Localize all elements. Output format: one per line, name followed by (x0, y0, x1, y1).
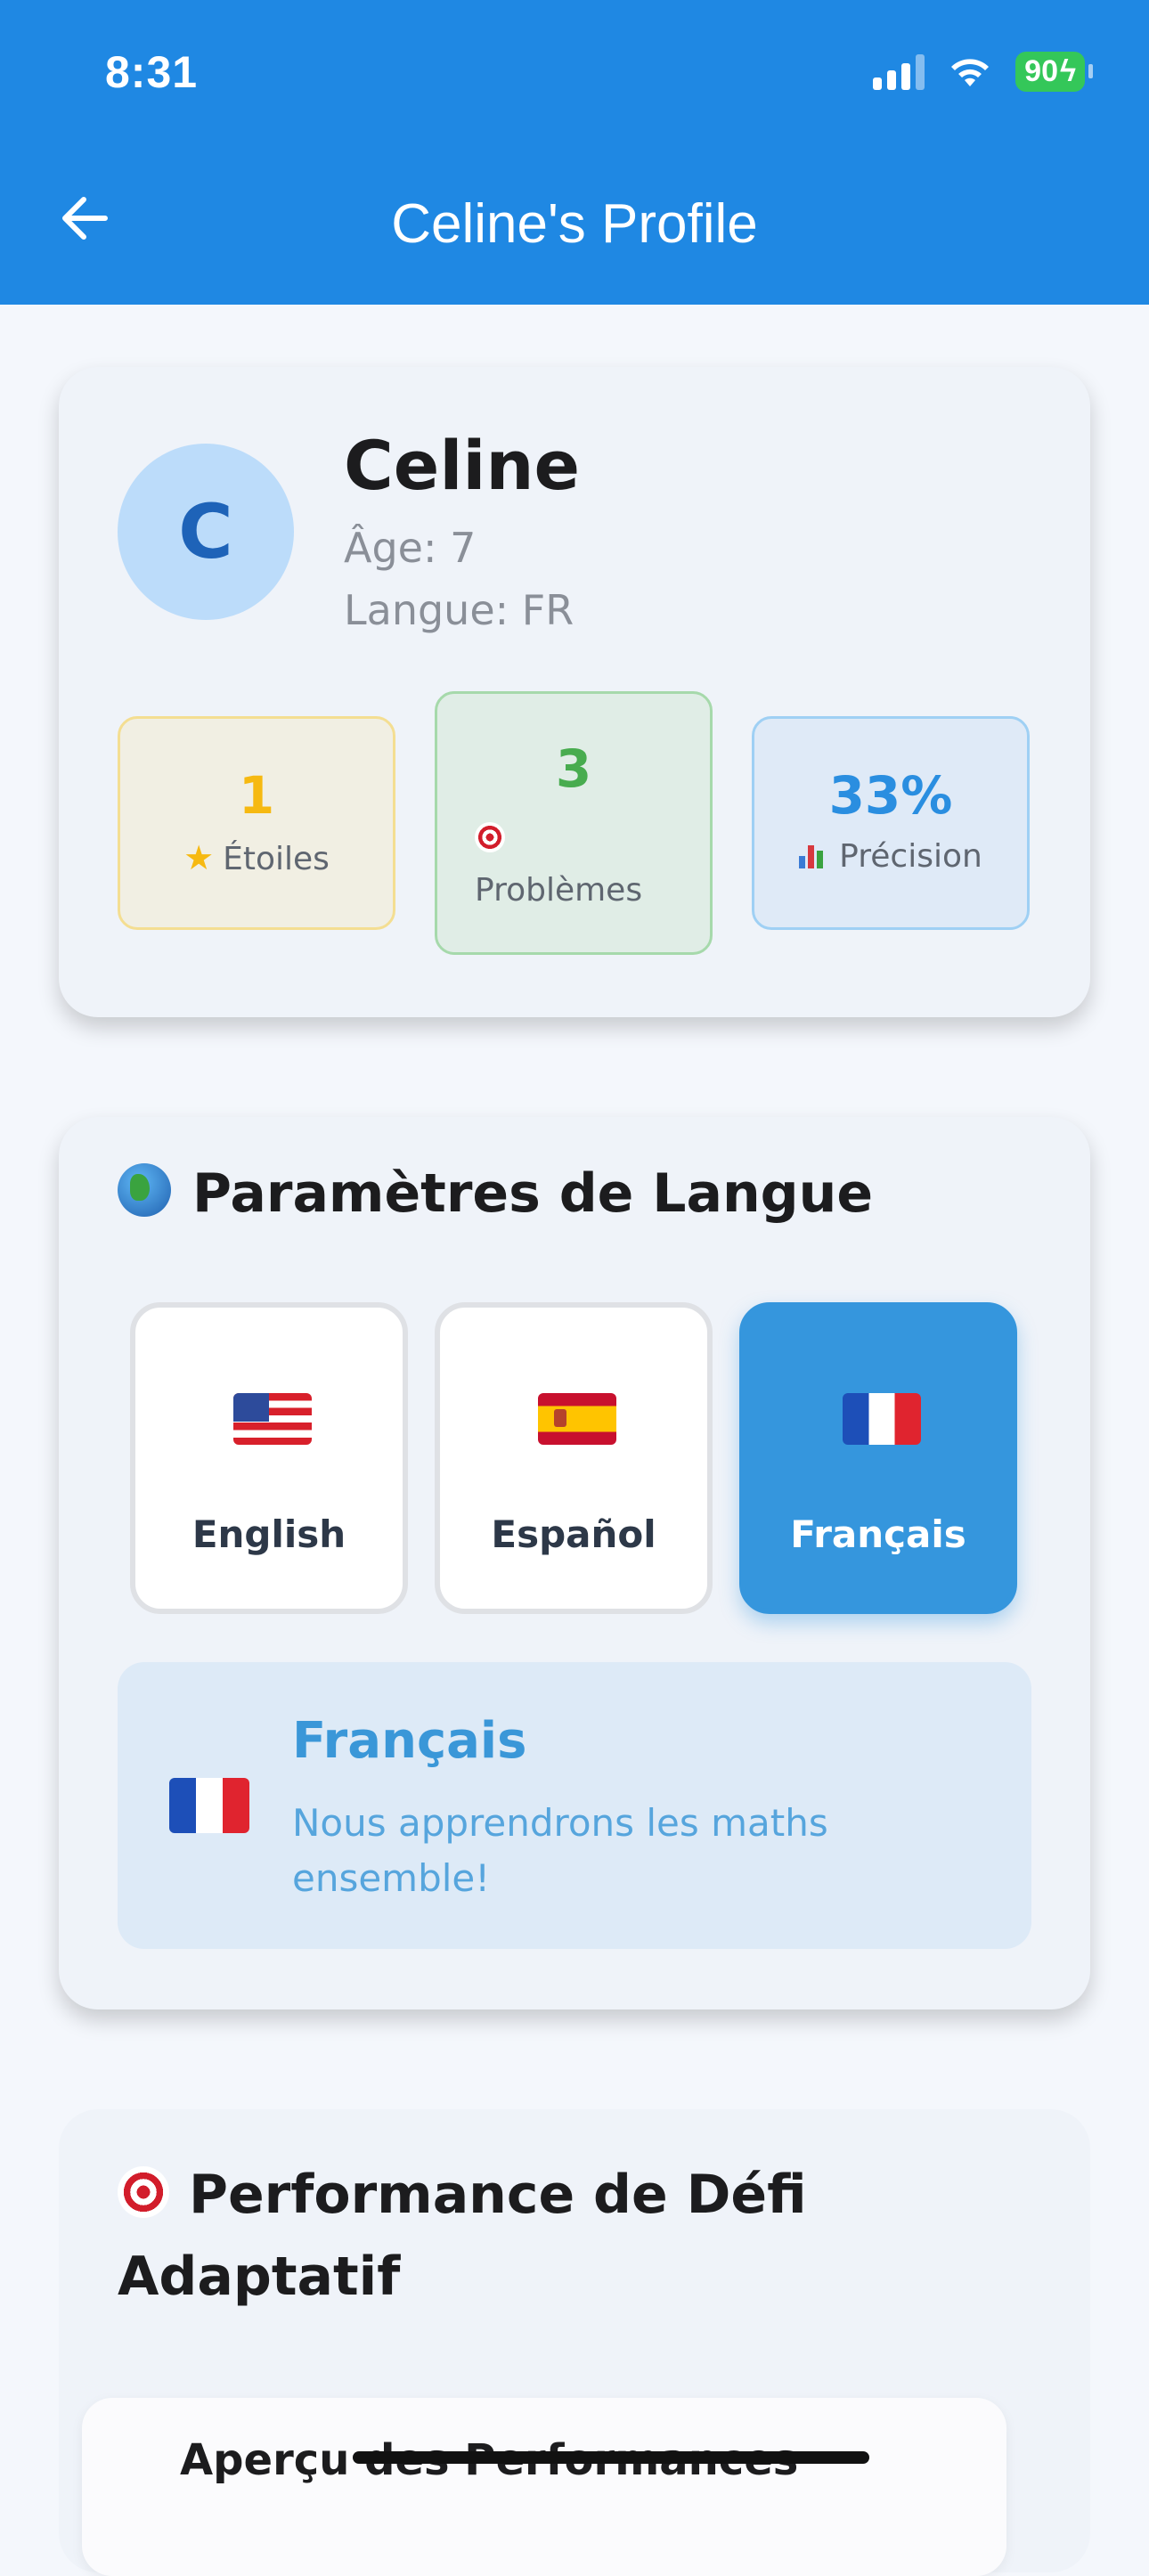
performance-title-line2: Adaptatif (118, 2246, 401, 2308)
language-settings-title-row: Paramètres de Langue (118, 1153, 873, 1235)
avatar: C (118, 444, 294, 620)
accuracy-value: 33% (828, 765, 953, 826)
spain-flag-icon (538, 1393, 616, 1445)
performance-title: Performance de Défi Adaptatif (118, 2154, 807, 2318)
current-language-info: Français Nous apprendrons les maths ense… (118, 1662, 1031, 1949)
current-language-name: Français (292, 1712, 527, 1770)
problems-label-row: Problèmes (437, 813, 710, 917)
status-icons: 90 ϟ (873, 52, 1093, 92)
language-settings-title: Paramètres de Langue (192, 1162, 874, 1225)
language-option-spanish[interactable]: Español (435, 1302, 713, 1614)
stars-label-row: ★ Étoiles (120, 838, 393, 877)
language-option-label: Français (790, 1512, 966, 1556)
performance-title-line1: Performance de Défi (189, 2164, 807, 2226)
app-header: 8:31 90 ϟ Celine's Profile (0, 0, 1149, 305)
stars-stat: 1 ★ Étoiles (118, 716, 395, 930)
language-option-english[interactable]: English (130, 1302, 408, 1614)
page-title: Celine's Profile (391, 193, 758, 255)
wifi-icon (951, 58, 990, 86)
redaction-mark (353, 2451, 869, 2464)
problems-label: Problèmes (475, 872, 643, 909)
battery-icon: 90 ϟ (1015, 52, 1093, 92)
status-time: 8:31 (105, 47, 199, 97)
accuracy-stat: 33% Précision (752, 716, 1030, 930)
accuracy-label-row: Précision (754, 838, 1027, 875)
target-icon (475, 822, 505, 852)
profile-name: Celine (344, 426, 581, 505)
current-language-description: Nous apprendrons les maths ensemble! (292, 1801, 828, 1900)
france-flag-icon (843, 1393, 921, 1445)
profile-language: Langue: FR (344, 586, 574, 634)
charging-bolt-icon: ϟ (1060, 54, 1076, 88)
problems-stat: 3 Problèmes (435, 691, 713, 955)
star-icon: ★ (183, 838, 215, 877)
language-settings-card: Paramètres de Langue English Español Fra… (59, 1117, 1090, 2009)
target-icon (118, 2166, 169, 2218)
battery-level: 90 (1024, 54, 1058, 88)
profile-age: Âge: 7 (344, 524, 477, 572)
stars-label: Étoiles (223, 841, 330, 877)
profile-card: C Celine Âge: 7 Langue: FR 1 ★ Étoiles 3 … (59, 367, 1090, 1017)
bar-chart-icon (799, 842, 824, 868)
us-flag-icon (233, 1393, 312, 1445)
language-option-label: English (192, 1512, 346, 1556)
language-option-label: Español (491, 1512, 656, 1556)
stars-value: 1 (238, 765, 275, 826)
language-option-french[interactable]: Français (739, 1302, 1017, 1614)
cellular-signal-icon (873, 53, 925, 90)
globe-icon (118, 1163, 171, 1217)
problems-value: 3 (555, 738, 592, 799)
accuracy-label: Précision (839, 838, 982, 875)
france-flag-icon (169, 1778, 249, 1833)
performance-overview-card: Aperçu des Performances (82, 2398, 1006, 2576)
